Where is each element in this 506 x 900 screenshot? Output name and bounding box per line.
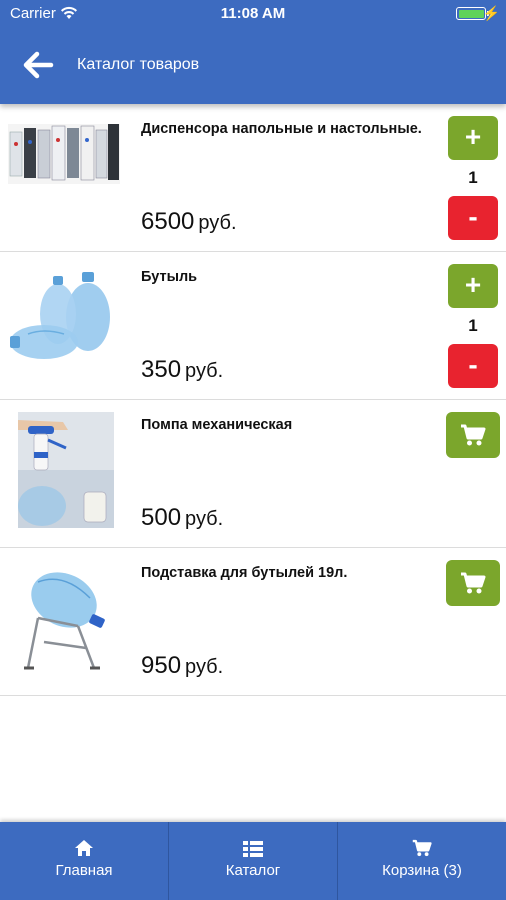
product-name: Подставка для бутылей 19л. <box>141 565 348 581</box>
product-list: Диспенсора напольные и настольные. 6500 р… <box>0 104 506 696</box>
list-icon <box>243 841 263 857</box>
product-price: 950 руб. <box>141 652 224 679</box>
cart-icon <box>461 424 486 446</box>
tab-catalog[interactable]: Каталог <box>169 822 338 900</box>
product-price: 500 руб. <box>141 504 224 531</box>
product-item: Диспенсора напольные и настольные. 6500 р… <box>0 104 506 252</box>
increase-quantity-button[interactable]: + <box>448 116 498 160</box>
status-bar: Carrier 11:08 AM ⚡ <box>0 0 506 28</box>
quantity-value: 1 <box>468 168 478 187</box>
tab-bar: Главная Каталог Корзина (3) <box>0 822 506 900</box>
home-icon <box>75 840 93 856</box>
quantity-value: 1 <box>468 316 478 335</box>
product-name: Диспенсора напольные и настольные. <box>141 121 422 137</box>
top-bar: Carrier 11:08 AM ⚡ Каталог товаров <box>0 0 506 104</box>
cart-icon <box>461 572 486 594</box>
water-bottles-image <box>10 272 110 359</box>
product-item: Помпа механическая 500 руб. <box>0 400 506 548</box>
charging-icon: ⚡ <box>482 5 500 21</box>
tab-cart[interactable]: Корзина (3) <box>338 822 506 900</box>
product-name: Помпа механическая <box>141 417 293 433</box>
water-pump-image <box>18 412 114 528</box>
water-dispensers-image <box>8 124 120 184</box>
page-title: Каталог товаров <box>77 56 200 73</box>
tab-cart-label: Корзина (3) <box>382 862 462 879</box>
decrease-quantity-button[interactable]: - <box>448 344 498 388</box>
decrease-quantity-button[interactable]: - <box>448 196 498 240</box>
nav-bar: Каталог товаров <box>0 28 506 104</box>
battery-icon <box>456 7 486 20</box>
product-item: Подставка для бутылей 19л. 950 руб. <box>0 548 506 696</box>
tab-catalog-label: Каталог <box>225 862 281 879</box>
product-price: 350 руб. <box>141 356 224 383</box>
add-to-cart-button[interactable] <box>446 412 500 458</box>
add-to-cart-button[interactable] <box>446 560 500 606</box>
arrow-left-icon[interactable] <box>22 50 56 80</box>
product-name: Бутыль <box>141 269 198 285</box>
tab-home[interactable]: Главная <box>0 822 169 900</box>
status-time: 11:08 AM <box>220 5 286 22</box>
product-price: 6500 руб. <box>141 208 237 235</box>
increase-quantity-button[interactable]: + <box>448 264 498 308</box>
product-item: Бутыль 350 руб. + 1 - <box>0 252 506 400</box>
tab-home-label: Главная <box>55 862 113 879</box>
bottle-stand-image <box>24 572 105 670</box>
cart-icon <box>412 839 432 857</box>
